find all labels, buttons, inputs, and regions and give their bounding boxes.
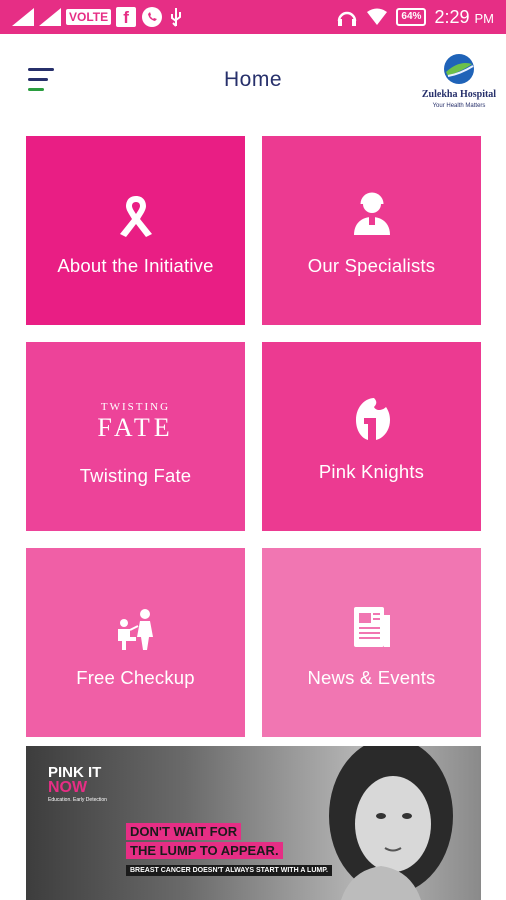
specialist-icon — [262, 191, 481, 235]
newspaper-icon — [262, 605, 481, 649]
clock: 2:29 PM — [434, 7, 494, 28]
headline-2: THE LUMP TO APPEAR. — [126, 842, 283, 859]
headline-1: DON'T WAIT FOR — [126, 823, 242, 840]
pink-it-now-banner[interactable]: PINK IT NOW Education. Early Detection D… — [26, 746, 481, 900]
status-bar: VOLTE f 64% 2:29 PM — [0, 0, 506, 34]
knight-helmet-icon — [262, 396, 481, 442]
ribbon-icon — [26, 194, 245, 238]
hospital-logo[interactable]: Zulekha Hospital Your Health Matters — [418, 52, 500, 112]
tile-label: Free Checkup — [76, 667, 195, 688]
volte-badge: VOLTE — [66, 9, 112, 25]
facebook-icon: f — [116, 7, 137, 27]
tile-free-checkup[interactable]: Free Checkup — [26, 548, 245, 737]
globe-icon — [444, 54, 474, 84]
tile-our-specialists[interactable]: Our Specialists — [262, 136, 481, 325]
tile-twisting-fate[interactable]: TWISTING FATE Twisting Fate — [26, 342, 245, 531]
banner-subline: BREAST CANCER DOESN'T ALWAYS START WITH … — [126, 865, 332, 876]
signal-2-icon — [39, 8, 61, 26]
logo-tagline: Your Health Matters — [432, 103, 486, 109]
logo-bottom-text: FATE — [97, 413, 174, 442]
brand-sub: Education. Early Detection — [48, 797, 107, 803]
battery-indicator: 64% — [396, 8, 427, 26]
status-left-icons: VOLTE f — [12, 5, 184, 29]
clock-ampm: PM — [474, 10, 495, 26]
checkup-icon — [26, 608, 245, 650]
tile-about-initiative[interactable]: About the Initiative — [26, 136, 245, 325]
signal-icon — [12, 8, 34, 26]
tile-label: News & Events — [307, 667, 436, 688]
clock-time: 2:29 — [434, 6, 470, 27]
wifi-icon — [367, 8, 388, 25]
tile-label: Twisting Fate — [79, 465, 192, 486]
status-right-icons: 64% 2:29 PM — [336, 5, 494, 29]
tile-label: Our Specialists — [307, 255, 436, 276]
tile-news-events[interactable]: News & Events — [262, 548, 481, 737]
logo-name: Zulekha Hospital — [421, 89, 497, 100]
tile-label: About the Initiative — [57, 255, 214, 276]
woman-photo — [329, 746, 453, 900]
tile-pink-knights[interactable]: Pink Knights — [262, 342, 481, 531]
whatsapp-icon — [142, 7, 163, 27]
brand-line-2: NOW — [48, 779, 88, 796]
hotspot-icon — [338, 11, 357, 26]
tile-label: Pink Knights — [318, 461, 425, 482]
app-bar: Home Zulekha Hospital Your Health Matter… — [0, 34, 506, 130]
logo-top-text: TWISTING — [100, 401, 171, 413]
usb-icon — [171, 8, 182, 27]
